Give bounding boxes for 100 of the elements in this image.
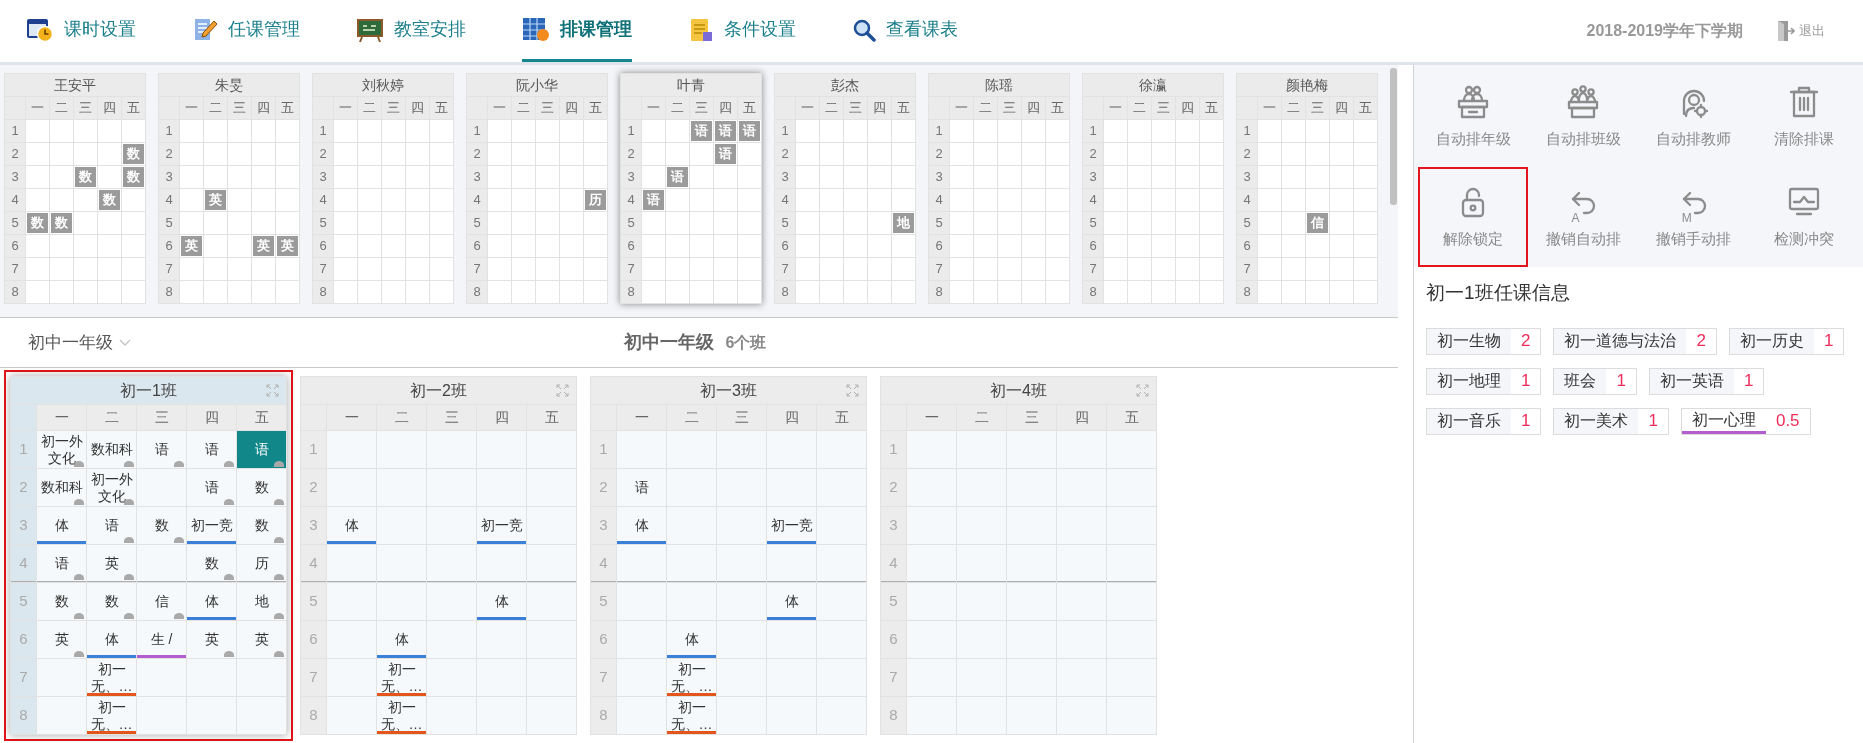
period-number: 3: [881, 507, 906, 544]
period-number: 4: [313, 189, 333, 211]
class-name: 初一3班: [591, 377, 866, 404]
lesson-cell[interactable]: 语: [617, 469, 666, 506]
period-number: 4: [929, 189, 949, 211]
day-header: 四: [1022, 97, 1045, 119]
period-number: 8: [467, 281, 487, 303]
lesson-cell[interactable]: 语: [37, 545, 86, 582]
lesson-cell[interactable]: 信: [137, 583, 186, 620]
lesson-cell[interactable]: 英: [37, 621, 86, 658]
lesson-cell[interactable]: 语: [237, 431, 286, 468]
period-number: 6: [621, 235, 641, 257]
lesson-cell[interactable]: 数和科: [87, 431, 136, 468]
period-number: 2: [159, 143, 179, 165]
period-number: 4: [1083, 189, 1103, 211]
period-number: 5: [11, 583, 36, 620]
day-header: 五: [817, 405, 866, 430]
lesson-cell[interactable]: 初一外文化: [37, 431, 86, 468]
lesson-cell[interactable]: 体: [477, 583, 526, 620]
lesson-cell[interactable]: 初一无、…: [87, 697, 136, 734]
period-number: 4: [591, 545, 616, 582]
day-header: 五: [276, 97, 299, 119]
lesson-cell[interactable]: 语: [187, 469, 236, 506]
lesson-cell[interactable]: 英: [237, 621, 286, 658]
lesson-cell[interactable]: 语: [137, 431, 186, 468]
lesson-cell[interactable]: 体: [667, 621, 716, 658]
lesson-cell[interactable]: 数: [237, 469, 286, 506]
period-number: 5: [1083, 212, 1103, 234]
period-number: 1: [159, 120, 179, 142]
expand-icon[interactable]: [266, 384, 279, 397]
expand-icon[interactable]: [556, 384, 569, 397]
day-header: 五: [122, 97, 145, 119]
period-number: 1: [621, 120, 641, 142]
nav-tab[interactable]: 教室安排: [356, 0, 466, 62]
lesson-cell[interactable]: 初一竞: [187, 507, 236, 544]
lesson-cell[interactable]: 初一无、…: [87, 659, 136, 696]
teacher-name: 彭杰: [775, 74, 915, 96]
lesson-cell[interactable]: 英: [87, 545, 136, 582]
day-header: 一: [37, 405, 86, 430]
nav-tab[interactable]: 任课管理: [192, 0, 300, 62]
day-header: 四: [406, 97, 429, 119]
period-number: 3: [301, 507, 326, 544]
lesson-cell[interactable]: 体: [87, 621, 136, 658]
day-header: 四: [767, 405, 816, 430]
grade-dropdown[interactable]: 初中一年级: [28, 329, 131, 356]
expand-icon[interactable]: [846, 384, 859, 397]
lesson-cell[interactable]: 初一竞: [767, 507, 816, 544]
period-number: 8: [775, 281, 795, 303]
lesson-cell[interactable]: 体: [617, 507, 666, 544]
period-number: 4: [467, 189, 487, 211]
day-header: 二: [820, 97, 843, 119]
lesson-cell[interactable]: 数: [237, 507, 286, 544]
lesson-cell[interactable]: 体: [767, 583, 816, 620]
lesson-cell[interactable]: 语: [87, 507, 136, 544]
lesson-cell[interactable]: 历: [237, 545, 286, 582]
lesson-cell[interactable]: 初一无、…: [377, 697, 426, 734]
period-number: 7: [621, 258, 641, 280]
lesson-cell[interactable]: 数: [137, 507, 186, 544]
day-header: 三: [1007, 405, 1056, 430]
lesson-cell[interactable]: 语: [187, 431, 236, 468]
lesson-cell[interactable]: 初一竞: [477, 507, 526, 544]
lesson-cell[interactable]: 体: [187, 583, 236, 620]
period-number: 4: [775, 189, 795, 211]
nav-tab[interactable]: 课时设置: [26, 0, 136, 62]
lesson-cell[interactable]: 体: [377, 621, 426, 658]
lesson-cell[interactable]: 初一无、…: [667, 659, 716, 696]
period-number: 6: [929, 235, 949, 257]
expand-icon[interactable]: [1136, 384, 1149, 397]
lesson-cell[interactable]: 体: [327, 507, 376, 544]
period-number: 4: [11, 545, 36, 582]
lesson-cell[interactable]: 英: [187, 621, 236, 658]
lesson-cell[interactable]: 地: [237, 583, 286, 620]
lesson-cell[interactable]: 生 /: [137, 621, 186, 658]
day-header: 二: [667, 405, 716, 430]
nav-tab[interactable]: 查看课表: [852, 0, 958, 62]
scrollbar[interactable]: [1390, 68, 1397, 205]
period-number: 3: [159, 166, 179, 188]
period-number: 3: [1083, 166, 1103, 188]
class-count: 6个班: [725, 332, 767, 353]
course-name: 初一心理: [1681, 408, 1766, 434]
lesson-cell[interactable]: 体: [37, 507, 86, 544]
period-number: 5: [929, 212, 949, 234]
period-number: 7: [881, 659, 906, 696]
course-name: 初一音乐: [1427, 408, 1511, 434]
lesson-cell[interactable]: 数: [37, 583, 86, 620]
day-header: 四: [1330, 97, 1353, 119]
lesson-cell[interactable]: 初一无、…: [667, 697, 716, 734]
period-number: 3: [929, 166, 949, 188]
lesson-cell[interactable]: 数和科: [37, 469, 86, 506]
day-header: 五: [1354, 97, 1377, 119]
nav-tab[interactable]: 条件设置: [688, 0, 796, 62]
period-number: 5: [159, 212, 179, 234]
lesson-cell[interactable]: 初一无、…: [377, 659, 426, 696]
lesson-cell[interactable]: 初一外文化: [87, 469, 136, 506]
nav-tab[interactable]: 排课管理: [522, 0, 632, 62]
period-number: 6: [1083, 235, 1103, 257]
lesson-cell[interactable]: 数: [87, 583, 136, 620]
lesson-cell[interactable]: 数: [187, 545, 236, 582]
period-number: 5: [1237, 212, 1257, 234]
period-number: 4: [621, 189, 641, 211]
